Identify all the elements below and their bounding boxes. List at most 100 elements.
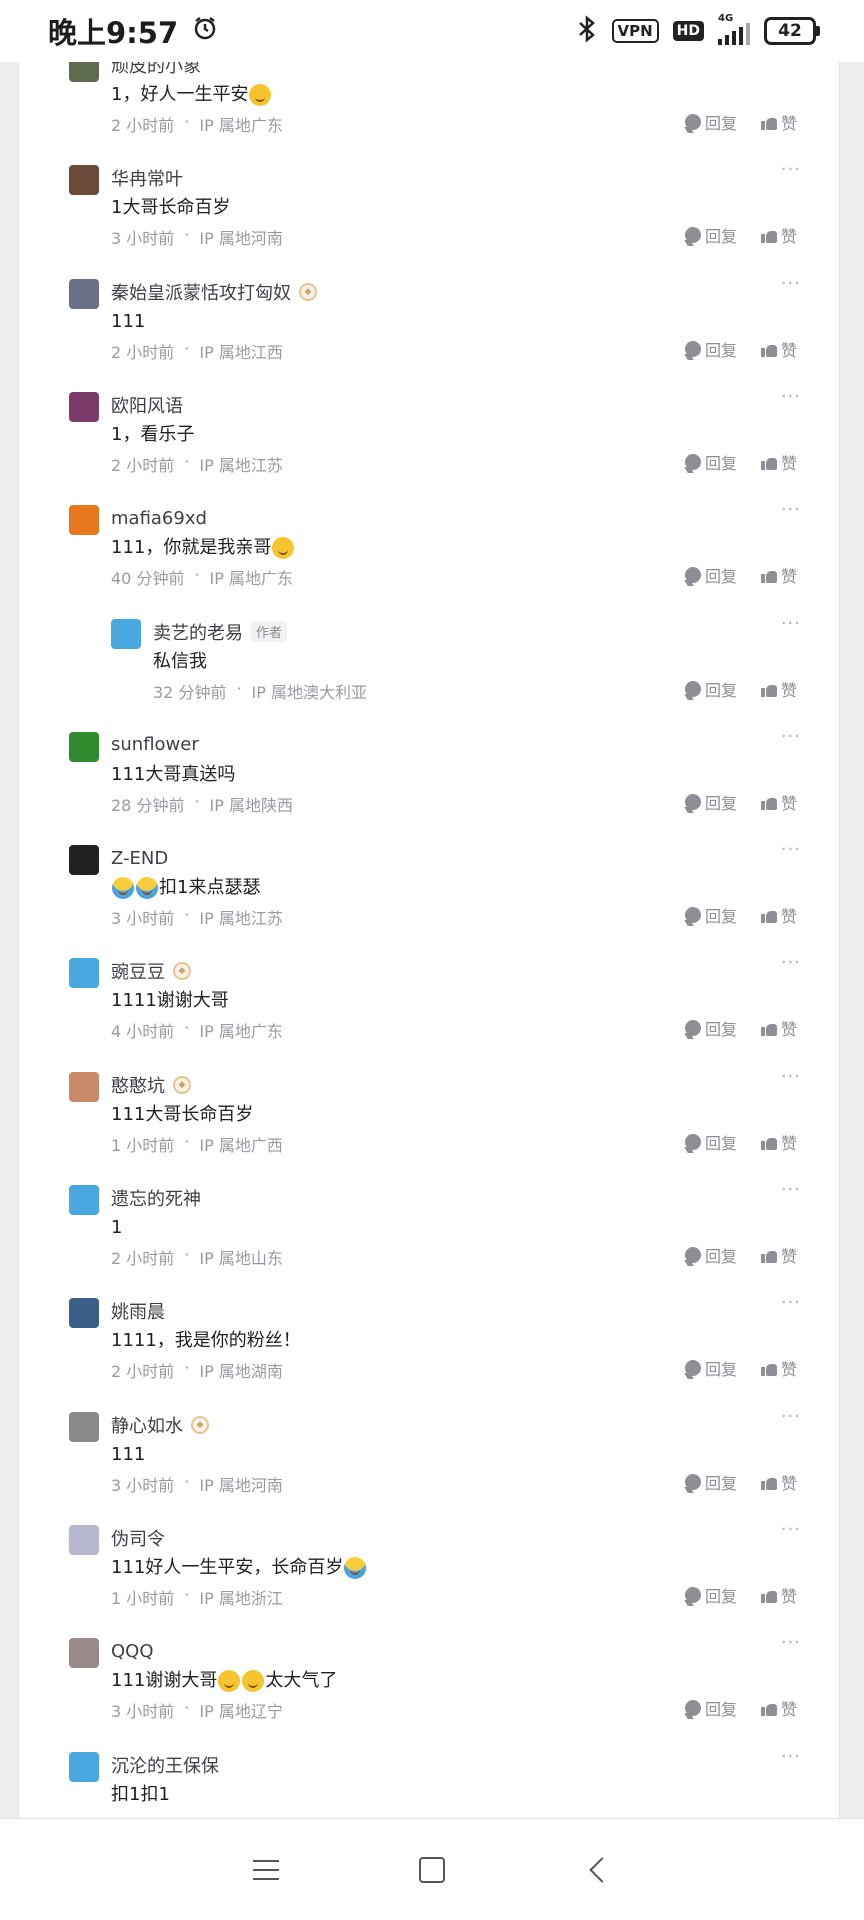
avatar[interactable] [69, 958, 99, 989]
reply-button[interactable]: 回复 [684, 1470, 737, 1494]
user-name[interactable]: 遗忘的死神 [111, 1185, 201, 1211]
more-options-icon[interactable]: ··· [781, 1179, 801, 1200]
more-options-icon[interactable]: ··· [781, 1746, 801, 1767]
like-button[interactable]: 赞 [760, 450, 797, 474]
like-button[interactable]: 赞 [760, 1696, 797, 1720]
like-button[interactable]: 赞 [760, 677, 797, 701]
thumbs-up-icon [760, 1247, 777, 1263]
hd-badge: HD [672, 21, 704, 41]
more-options-icon[interactable]: ··· [781, 1632, 801, 1653]
like-button[interactable]: 赞 [760, 563, 797, 587]
comment-body: 憨憨坑 ◆ 111大哥长命百岁 [111, 1070, 811, 1130]
reply-button[interactable]: 回复 [684, 1696, 737, 1720]
user-name[interactable]: 秦始皇派蒙恬攻打匈奴 [111, 279, 291, 305]
reply-button[interactable]: 回复 [684, 563, 737, 587]
more-options-icon[interactable]: ··· [781, 1292, 801, 1313]
like-button[interactable]: 赞 [760, 337, 797, 361]
user-name[interactable]: 憨憨坑 [111, 1072, 165, 1098]
avatar[interactable] [69, 1638, 99, 1669]
reply-button[interactable]: 回复 [684, 677, 737, 701]
avatar[interactable] [69, 1298, 99, 1329]
reply-button[interactable]: 回复 [684, 1016, 737, 1040]
avatar[interactable] [69, 165, 99, 196]
reply-button[interactable]: 回复 [684, 110, 737, 134]
more-options-icon[interactable]: ··· [781, 1519, 801, 1540]
like-button[interactable]: 赞 [760, 223, 797, 247]
more-options-icon[interactable]: ··· [781, 386, 801, 407]
more-options-icon[interactable]: ··· [781, 273, 801, 294]
like-button[interactable]: 赞 [760, 1356, 797, 1380]
like-button[interactable]: 赞 [760, 790, 797, 814]
user-name[interactable]: mafia69xd [111, 508, 207, 529]
reply-button[interactable]: 回复 [684, 1583, 737, 1607]
like-button[interactable]: 赞 [760, 903, 797, 927]
thumbs-up-icon [760, 907, 777, 924]
more-options-icon[interactable]: ··· [781, 952, 801, 973]
like-button[interactable]: 赞 [760, 1016, 797, 1040]
menu-icon[interactable] [253, 1860, 279, 1880]
reply-button[interactable]: 回复 [684, 337, 737, 361]
avatar[interactable] [69, 505, 99, 536]
user-name[interactable]: sunflower [111, 734, 199, 755]
reply-button[interactable]: 回复 [684, 1356, 737, 1380]
user-name[interactable]: 沉沦的王保保 [111, 1752, 219, 1778]
reply-button[interactable]: 回复 [684, 1243, 737, 1267]
name-row: 伪司令 [111, 1523, 811, 1553]
avatar[interactable] [69, 1071, 99, 1102]
user-name[interactable]: Z-END [111, 848, 168, 869]
user-name[interactable]: 卖艺的老易 [153, 619, 243, 645]
emoji-icon [242, 1670, 265, 1693]
user-name[interactable]: 豌豆豆 [111, 958, 165, 984]
avatar[interactable] [111, 618, 141, 649]
comment-item: 豌豆豆 ◆ 1111谢谢大哥 ··· 4 小时前 · IP 属地广东 回复 赞 [19, 952, 839, 1069]
comment-meta: 2 小时前 · IP 属地江西 [111, 339, 283, 363]
like-button[interactable]: 赞 [760, 1583, 797, 1607]
comment-text: 111 [111, 307, 811, 337]
back-icon[interactable] [589, 1857, 615, 1883]
meta-separator: · [236, 678, 242, 698]
reply-button[interactable]: 回复 [684, 450, 737, 474]
more-options-icon[interactable]: ··· [781, 1406, 801, 1427]
reply-button[interactable]: 回复 [684, 1130, 737, 1154]
user-name[interactable]: 静心如水 [111, 1412, 183, 1438]
avatar[interactable] [69, 845, 99, 876]
reply-button[interactable]: 回复 [684, 790, 737, 814]
comment-time: 4 小时前 [111, 1022, 175, 1042]
avatar[interactable] [69, 391, 99, 422]
more-options-icon[interactable]: ··· [781, 613, 801, 634]
avatar[interactable] [69, 731, 99, 762]
avatar[interactable] [69, 1751, 99, 1782]
more-options-icon[interactable]: ··· [781, 159, 801, 180]
more-options-icon[interactable]: ··· [781, 839, 801, 860]
meta-separator: · [184, 1584, 190, 1604]
like-button[interactable]: 赞 [760, 1470, 797, 1494]
user-name[interactable]: 姚雨晨 [111, 1298, 165, 1324]
reply-label: 回复 [704, 680, 737, 700]
comment-item: 华冉常叶 1大哥长命百岁 ··· 3 小时前 · IP 属地河南 回复 赞 [19, 159, 839, 276]
like-button[interactable]: 赞 [760, 1130, 797, 1154]
user-name[interactable]: 伪司令 [111, 1525, 165, 1551]
home-icon[interactable] [419, 1857, 445, 1883]
like-button[interactable]: 赞 [760, 1243, 797, 1267]
more-options-icon[interactable]: ··· [781, 499, 801, 520]
comment-time: 2 小时前 [111, 1362, 175, 1382]
like-button[interactable]: 赞 [760, 110, 797, 134]
alarm-icon [192, 14, 218, 48]
more-options-icon[interactable]: ··· [781, 1066, 801, 1087]
comment-body: 卖艺的老易 作者 私信我 [153, 617, 813, 677]
avatar[interactable] [69, 1185, 99, 1215]
like-label: 赞 [780, 114, 797, 133]
avatar[interactable] [69, 278, 99, 309]
comment-content: 私信我 [153, 650, 207, 672]
reply-button[interactable]: 回复 [684, 223, 737, 247]
user-name[interactable]: 华冉常叶 [111, 165, 183, 191]
reply-label: 回复 [704, 1133, 737, 1153]
avatar[interactable] [69, 1411, 99, 1442]
name-row: sunflower [111, 730, 811, 760]
user-name[interactable]: QQQ [111, 1641, 154, 1662]
comment-meta: 2 小时前 · IP 属地山东 [111, 1245, 283, 1269]
user-name[interactable]: 欧阳风语 [111, 392, 183, 418]
avatar[interactable] [69, 1524, 99, 1555]
more-options-icon[interactable]: ··· [781, 726, 801, 747]
reply-button[interactable]: 回复 [684, 903, 737, 927]
